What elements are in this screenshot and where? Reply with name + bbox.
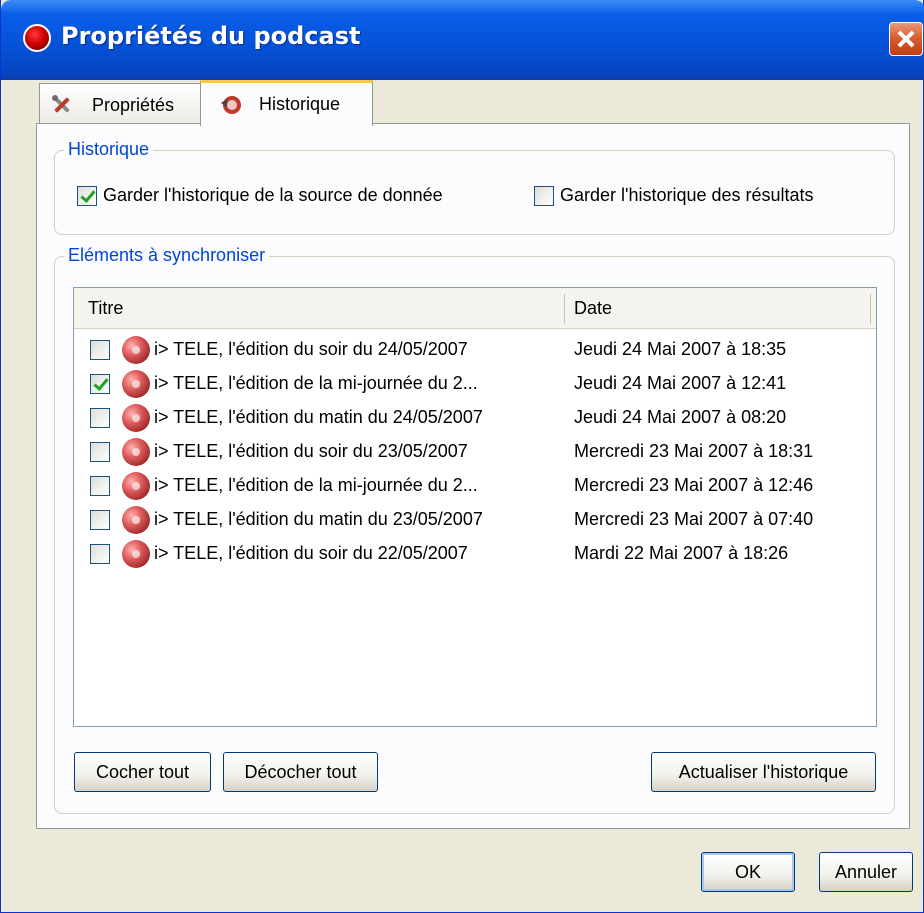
podcast-icon (122, 472, 150, 500)
keep-results-history-label[interactable]: Garder l'historique des résultats (560, 185, 814, 206)
row-date: Mercredi 23 Mai 2007 à 18:31 (574, 441, 814, 461)
list-item[interactable]: i> TELE, l'édition de la mi-journée du 2… (74, 469, 876, 503)
podcast-icon (122, 370, 150, 398)
row-date: Mercredi 23 Mai 2007 à 07:40 (574, 509, 814, 529)
podcast-icon (122, 438, 150, 466)
sync-items-list[interactable]: Titre Date i> TELE, l'édition du soir du… (73, 287, 877, 727)
window-title: Propriétés du podcast (61, 22, 361, 50)
list-item[interactable]: i> TELE, l'édition du soir du 22/05/2007… (74, 537, 876, 571)
row-date: Jeudi 24 Mai 2007 à 12:41 (574, 373, 787, 393)
list-item[interactable]: i> TELE, l'édition du soir du 23/05/2007… (74, 435, 876, 469)
row-title: i> TELE, l'édition du soir du 24/05/2007 (154, 339, 468, 359)
row-title: i> TELE, l'édition de la mi-journée du 2… (154, 475, 478, 495)
row-checkbox[interactable] (90, 374, 110, 394)
list-item[interactable]: i> TELE, l'édition du matin du 24/05/200… (74, 401, 876, 435)
list-item[interactable]: i> TELE, l'édition de la mi-journée du 2… (74, 367, 876, 401)
history-group: Historique Garder l'historique de la sou… (54, 139, 895, 235)
history-icon (221, 96, 241, 114)
sync-group-legend: Eléments à synchroniser (64, 245, 270, 266)
row-checkbox[interactable] (90, 544, 110, 564)
cancel-button[interactable]: Annuler (819, 852, 913, 892)
row-checkbox[interactable] (90, 340, 110, 360)
row-date: Jeudi 24 Mai 2007 à 18:35 (574, 339, 787, 359)
app-icon (23, 24, 51, 52)
row-checkbox[interactable] (90, 510, 110, 530)
tab-historique-label: Historique (259, 94, 341, 114)
refresh-history-button[interactable]: Actualiser l'historique (651, 752, 876, 792)
podcast-icon (122, 404, 150, 432)
row-checkbox[interactable] (90, 476, 110, 496)
row-title: i> TELE, l'édition de la mi-journée du 2… (154, 373, 478, 393)
list-header: Titre Date (74, 288, 876, 329)
close-button[interactable] (889, 22, 923, 56)
keep-source-history-label[interactable]: Garder l'historique de la source de donn… (103, 185, 443, 206)
row-checkbox[interactable] (90, 408, 110, 428)
title-bar[interactable]: Propriétés du podcast (1, 0, 924, 80)
dialog-window: Propriétés du podcast Propriétés Histori… (0, 0, 924, 913)
column-separator[interactable] (870, 294, 871, 324)
tools-icon (52, 95, 70, 113)
podcast-icon (122, 336, 150, 364)
keep-source-history-checkbox[interactable] (77, 186, 97, 206)
row-date: Jeudi 24 Mai 2007 à 08:20 (574, 407, 787, 427)
row-title: i> TELE, l'édition du soir du 22/05/2007 (154, 543, 468, 563)
check-all-button[interactable]: Cocher tout (74, 752, 211, 792)
uncheck-all-button[interactable]: Décocher tout (223, 752, 378, 792)
row-checkbox[interactable] (90, 442, 110, 462)
podcast-icon (122, 506, 150, 534)
row-title: i> TELE, l'édition du matin du 24/05/200… (154, 407, 483, 427)
column-header-titre[interactable]: Titre (74, 288, 564, 328)
tab-proprietes[interactable]: Propriétés (39, 83, 201, 125)
column-header-date[interactable]: Date (565, 288, 870, 328)
ok-button[interactable]: OK (701, 852, 795, 892)
row-date: Mercredi 23 Mai 2007 à 12:46 (574, 475, 814, 495)
tab-proprietes-label: Propriétés (92, 95, 175, 115)
list-item[interactable]: i> TELE, l'édition du soir du 24/05/2007… (74, 333, 876, 367)
list-item[interactable]: i> TELE, l'édition du matin du 23/05/200… (74, 503, 876, 537)
history-group-legend: Historique (64, 139, 154, 160)
row-title: i> TELE, l'édition du soir du 23/05/2007 (154, 441, 468, 461)
tab-historique[interactable]: Historique (200, 80, 373, 126)
row-date: Mardi 22 Mai 2007 à 18:26 (574, 543, 789, 563)
keep-results-history-checkbox[interactable] (534, 186, 554, 206)
podcast-icon (122, 540, 150, 568)
row-title: i> TELE, l'édition du matin du 23/05/200… (154, 509, 483, 529)
